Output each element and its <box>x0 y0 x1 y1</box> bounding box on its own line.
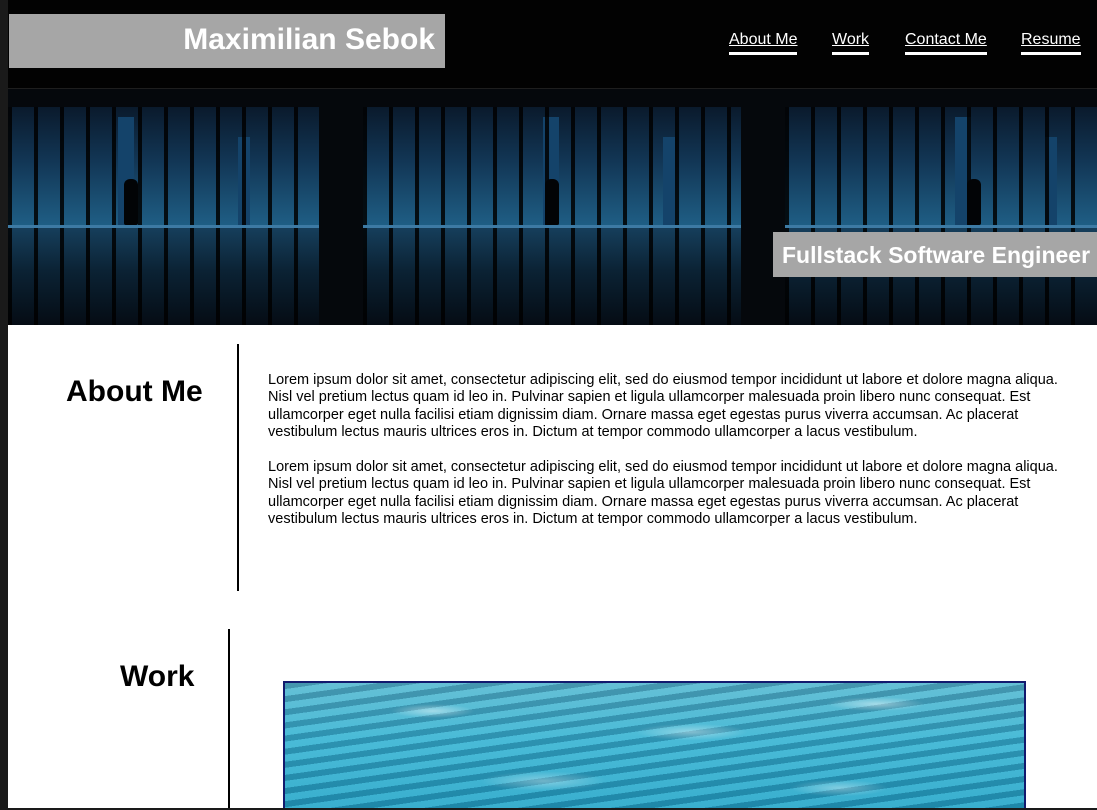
hero-image-panel <box>785 107 1097 325</box>
site-name-box: Maximilian Sebok <box>9 14 445 68</box>
work-project-image[interactable] <box>283 681 1026 808</box>
about-body: Lorem ipsum dolor sit amet, consectetur … <box>268 372 1058 546</box>
about-paragraph: Lorem ipsum dolor sit amet, consectetur … <box>268 459 1058 528</box>
work-heading: Work <box>120 660 195 693</box>
about-heading: About Me <box>66 375 203 408</box>
about-paragraph: Lorem ipsum dolor sit amet, consectetur … <box>268 372 1058 440</box>
work-divider <box>228 629 230 808</box>
site-name: Maximilian Sebok <box>183 23 435 56</box>
site-header: Maximilian Sebok About Me Work Contact M… <box>8 0 1097 89</box>
hero-banner: Fullstack Software Engineer <box>8 89 1097 325</box>
hero-image-panel <box>363 107 741 325</box>
tagline-box: Fullstack Software Engineer <box>773 232 1097 277</box>
nav-link-contact-me[interactable]: Contact Me <box>905 31 987 55</box>
nav-link-work[interactable]: Work <box>832 31 870 55</box>
page: Maximilian Sebok About Me Work Contact M… <box>8 0 1097 808</box>
nav-link-about-me[interactable]: About Me <box>729 31 798 55</box>
about-divider <box>237 344 239 591</box>
tagline: Fullstack Software Engineer <box>782 242 1091 268</box>
nav-link-resume[interactable]: Resume <box>1021 31 1081 55</box>
hero-image-panel <box>8 107 319 325</box>
